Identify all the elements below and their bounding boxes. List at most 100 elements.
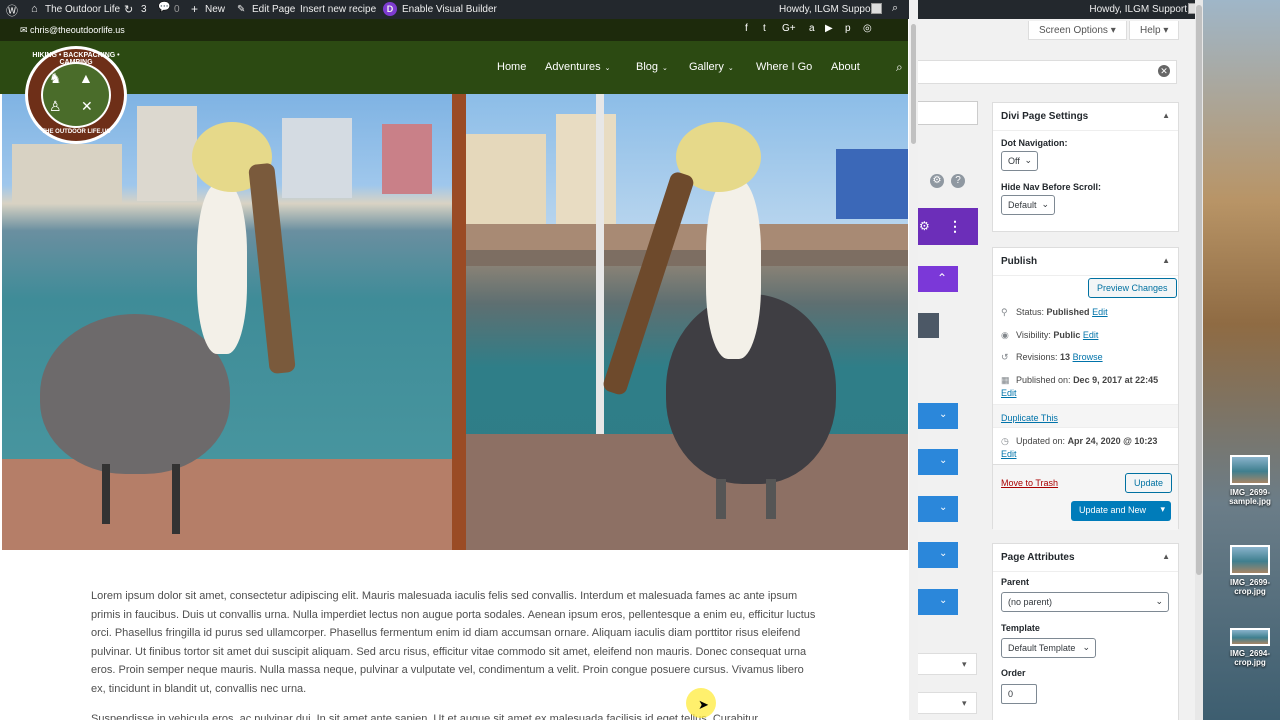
plus-icon[interactable]: + xyxy=(191,2,198,16)
scrollbar-thumb[interactable] xyxy=(911,24,916,144)
pin-icon: ⚲ xyxy=(1001,307,1008,317)
move-to-trash-link[interactable]: Move to Trash xyxy=(1001,478,1058,488)
pelican-photo-right xyxy=(466,94,908,550)
nav-home[interactable]: Home xyxy=(497,61,526,73)
box-title[interactable]: Publish ▲ xyxy=(993,248,1178,276)
chevron-down-icon: ⌄ xyxy=(727,65,734,72)
chevron-up-icon[interactable]: ⌃ xyxy=(937,271,947,285)
scrollbar-thumb[interactable] xyxy=(1196,5,1202,575)
chevron-down-icon: ⌄ xyxy=(939,409,948,420)
dot-nav-select[interactable]: Off ⌄ xyxy=(1001,151,1038,171)
new-link[interactable]: New xyxy=(205,4,225,15)
edit-date-link[interactable]: Edit xyxy=(1001,388,1017,398)
youtube-icon[interactable]: ▶ xyxy=(825,23,833,34)
edit-visibility-link[interactable]: Edit xyxy=(1083,330,1099,340)
divi-row-toggle[interactable]: ⌄ xyxy=(915,403,958,429)
divi-icon[interactable]: D xyxy=(383,2,397,16)
visual-builder-link[interactable]: Enable Visual Builder xyxy=(402,4,497,15)
select-field[interactable]: ▾ xyxy=(915,653,977,675)
insert-recipe-link[interactable]: Insert new recipe xyxy=(300,4,376,15)
permalink-field[interactable] xyxy=(915,101,978,125)
calendar-icon: ▦ xyxy=(1001,375,1010,385)
divi-row-toggle[interactable]: ⌄ xyxy=(915,589,958,615)
updates-icon[interactable]: ↻ xyxy=(124,3,133,16)
box-title[interactable]: Page Attributes ▲ xyxy=(993,544,1178,572)
howdy-user[interactable]: Howdy, ILGM Support xyxy=(1089,4,1187,15)
browse-revisions-link[interactable]: Browse xyxy=(1073,352,1103,362)
email-link[interactable]: ✉ chris@theoutdoorlife.us xyxy=(20,25,125,36)
box-title[interactable]: Divi Page Settings ▲ xyxy=(993,103,1178,131)
chevron-down-icon: ⌄ xyxy=(662,65,668,72)
collapse-icon[interactable]: ▲ xyxy=(1162,111,1170,120)
preview-changes-button[interactable]: Preview Changes xyxy=(1088,278,1177,298)
collapse-icon[interactable]: ▲ xyxy=(1162,256,1170,265)
instagram-icon[interactable]: ◎ xyxy=(863,23,872,34)
nav-where-i-go[interactable]: Where I Go xyxy=(756,61,812,73)
google-plus-icon[interactable]: G+ xyxy=(782,23,796,34)
chevron-down-icon[interactable]: ▾ xyxy=(1160,504,1165,515)
site-name-link[interactable]: The Outdoor Life xyxy=(45,4,120,15)
tripadvisor-icon[interactable]: a xyxy=(809,23,815,34)
pinterest-icon[interactable]: p xyxy=(845,23,851,34)
publish-box: Publish ▲ Preview Changes ⚲ Status: Publis… xyxy=(992,247,1179,530)
more-options-icon[interactable]: ⋮ xyxy=(948,218,962,235)
update-button[interactable]: Update xyxy=(1125,473,1173,493)
mouse-pointer-icon: ➤ xyxy=(698,697,709,712)
clock-icon: ◷ xyxy=(1001,436,1009,446)
screen-options-button[interactable]: Screen Options ▾ xyxy=(1028,21,1127,40)
order-input[interactable]: 0 xyxy=(1001,684,1037,704)
site-logo[interactable]: HIKING • BACKPACKING • CAMPING ♞ ▲ ♙ ✕ T… xyxy=(25,46,127,144)
desktop-file-icon[interactable]: IMG_2699-sample.jpg xyxy=(1222,455,1278,506)
nav-gallery[interactable]: Gallery ⌄ xyxy=(689,61,734,73)
divi-module-block[interactable] xyxy=(915,313,939,338)
settings-circle-icon[interactable]: ⚙ xyxy=(930,174,944,188)
chevron-down-icon: ⌄ xyxy=(1082,642,1090,652)
chevron-down-icon: ▾ xyxy=(962,659,967,669)
edit-page-link[interactable]: Edit Page xyxy=(252,4,295,15)
desktop-file-icon[interactable]: IMG_2694-crop.jpg xyxy=(1222,628,1278,667)
template-select[interactable]: Default Template ⌄ xyxy=(1001,638,1096,658)
collapse-icon[interactable]: ▲ xyxy=(1162,552,1170,561)
avatar[interactable] xyxy=(871,3,882,14)
update-and-new-button[interactable]: Update and New ▾ xyxy=(1071,501,1171,521)
updates-count[interactable]: 3 xyxy=(141,4,147,15)
pencil-icon[interactable]: ✎ xyxy=(237,4,245,15)
home-icon[interactable]: ⌂ xyxy=(31,3,38,15)
nav-blog[interactable]: Blog ⌄ xyxy=(636,61,668,73)
title-field[interactable] xyxy=(915,60,1177,84)
bike-icon: ♞ xyxy=(49,70,62,86)
edit-status-link[interactable]: Edit xyxy=(1092,307,1108,317)
desktop-file-icon[interactable]: IMG_2699-crop.jpg xyxy=(1222,545,1278,596)
nav-about[interactable]: About xyxy=(831,61,860,73)
facebook-icon[interactable]: f xyxy=(745,23,748,34)
help-circle-icon[interactable]: ? xyxy=(951,174,965,188)
select-field[interactable]: ▾ xyxy=(915,692,977,714)
divi-row-toggle[interactable]: ⌄ xyxy=(915,449,958,475)
comments-count[interactable]: 0 xyxy=(174,4,180,15)
divi-section-header[interactable]: ⌃ xyxy=(915,266,958,292)
nav-adventures[interactable]: Adventures ⌄ xyxy=(545,61,611,73)
gear-icon[interactable]: ⚙ xyxy=(919,219,930,233)
parent-select[interactable]: (no parent) ⌄ xyxy=(1001,592,1169,612)
revisions-row: ↺ Revisions: 13 Browse xyxy=(1001,352,1103,362)
hide-nav-select[interactable]: Default ⌄ xyxy=(1001,195,1055,215)
help-button[interactable]: Help ▾ xyxy=(1129,21,1180,40)
front-scrollbar[interactable] xyxy=(909,0,918,720)
hide-nav-label: Hide Nav Before Scroll: xyxy=(1001,182,1102,192)
template-label: Template xyxy=(1001,623,1040,633)
search-icon[interactable]: ⌕ xyxy=(896,60,903,75)
howdy-user[interactable]: Howdy, ILGM Support xyxy=(779,4,877,15)
divi-row-toggle[interactable]: ⌄ xyxy=(915,496,958,522)
logo-emblem: ♞ ▲ ♙ ✕ xyxy=(41,62,111,128)
search-icon[interactable]: ⌕ xyxy=(892,2,898,15)
comments-icon[interactable]: 💬 xyxy=(158,2,170,13)
edit-updated-link[interactable]: Edit xyxy=(1001,449,1017,459)
pelican-photo-left xyxy=(2,94,452,550)
top-contact-strip: ✉ chris@theoutdoorlife.us f t G+ a ▶ p ◎ xyxy=(0,19,908,41)
clear-icon[interactable]: ✕ xyxy=(1158,65,1170,77)
duplicate-link[interactable]: Duplicate This xyxy=(1001,413,1058,423)
twitter-icon[interactable]: t xyxy=(763,23,766,34)
wordpress-icon[interactable]: Ⓦ xyxy=(6,2,18,19)
divi-row-toggle[interactable]: ⌄ xyxy=(915,542,958,568)
admin-scrollbar[interactable] xyxy=(1195,0,1203,720)
